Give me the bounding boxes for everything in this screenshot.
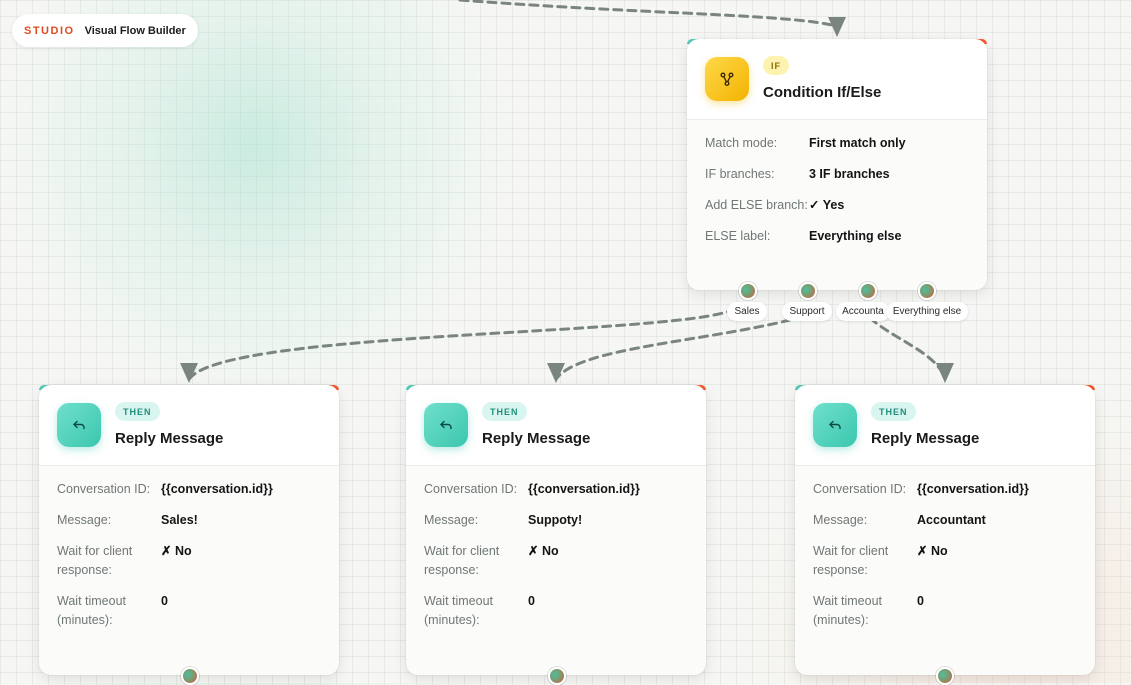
field-row: Conversation ID: {{conversation.id}} — [57, 480, 321, 499]
field-row: Conversation ID: {{conversation.id}} — [813, 480, 1077, 499]
node-title: Reply Message — [871, 430, 980, 447]
reply-node-sales[interactable]: THEN Reply Message Conversation ID: {{con… — [39, 385, 339, 675]
node-type-badge: THEN — [871, 402, 916, 421]
field-row: Wait for client response: ✗ No — [57, 542, 321, 580]
output-port-reply-accountant[interactable] — [936, 667, 954, 685]
field-value: Accountant — [917, 513, 986, 527]
field-value: First match only — [809, 136, 906, 150]
node-type-badge: IF — [763, 56, 789, 75]
field-label: Wait timeout (minutes): — [424, 594, 494, 627]
field-label: Wait for client response: — [813, 544, 889, 577]
field-row: IF branches: 3 IF branches — [705, 165, 969, 184]
field-label: Conversation ID: — [424, 482, 518, 496]
field-value: Suppoty! — [528, 513, 583, 527]
node-header: THEN Reply Message — [795, 385, 1095, 466]
field-row: Conversation ID: {{conversation.id}} — [424, 480, 688, 499]
output-port-reply-sales[interactable] — [181, 667, 199, 685]
arrowhead-reply-sales — [180, 363, 198, 383]
condition-node[interactable]: IF Condition If/Else Match mode: First m… — [687, 39, 987, 290]
node-header: THEN Reply Message — [406, 385, 706, 466]
field-label: Message: — [424, 513, 479, 527]
field-row: Add ELSE branch: ✓ Yes — [705, 196, 969, 215]
field-value: {{conversation.id}} — [917, 482, 1029, 496]
node-fields: Conversation ID: {{conversation.id}} Mess… — [406, 466, 706, 630]
field-value: 0 — [528, 594, 535, 608]
field-label: ELSE label: — [705, 229, 771, 243]
field-value: {{conversation.id}} — [528, 482, 640, 496]
field-label: Message: — [813, 513, 868, 527]
field-label: Match mode: — [705, 136, 778, 150]
edge-accountant — [868, 316, 947, 380]
field-value: ✓ Yes — [809, 198, 845, 212]
reply-icon — [424, 403, 468, 447]
branch-label-support: Support — [782, 302, 832, 321]
field-value: {{conversation.id}} — [161, 482, 273, 496]
field-row: Wait for client response: ✗ No — [424, 542, 688, 580]
field-row: ELSE label: Everything else — [705, 227, 969, 246]
field-label: Conversation ID: — [57, 482, 151, 496]
node-title: Reply Message — [482, 430, 591, 447]
field-label: Wait for client response: — [57, 544, 133, 577]
field-row: Wait timeout (minutes): 0 — [424, 592, 688, 630]
node-type-badge: THEN — [482, 402, 527, 421]
field-row: Message: Suppoty! — [424, 511, 688, 530]
field-label: Conversation ID: — [813, 482, 907, 496]
node-fields: Conversation ID: {{conversation.id}} Mess… — [39, 466, 339, 630]
field-value: ✗ No — [161, 544, 192, 558]
node-header: IF Condition If/Else — [687, 39, 987, 120]
branch-label-accountant: Accounta — [836, 302, 890, 321]
field-label: Wait timeout (minutes): — [813, 594, 883, 627]
edge-sales — [188, 307, 737, 380]
output-port-accountant[interactable] — [859, 282, 877, 300]
node-title: Condition If/Else — [763, 84, 882, 101]
output-port-sales[interactable] — [739, 282, 757, 300]
edge-incoming — [458, 0, 838, 28]
brand-pill: STUDIO Visual Flow Builder — [12, 14, 198, 47]
output-port-support[interactable] — [799, 282, 817, 300]
branch-label-sales: Sales — [727, 302, 767, 321]
branch-label-else: Everything else — [886, 302, 968, 321]
field-value: 0 — [917, 594, 924, 608]
field-value: Sales! — [161, 513, 198, 527]
node-fields: Match mode: First match only IF branches… — [687, 120, 987, 246]
arrowhead-reply-accountant — [936, 363, 954, 383]
field-value: 0 — [161, 594, 168, 608]
reply-node-accountant[interactable]: THEN Reply Message Conversation ID: {{con… — [795, 385, 1095, 675]
node-header: THEN Reply Message — [39, 385, 339, 466]
field-row: Wait for client response: ✗ No — [813, 542, 1077, 580]
arrowhead-reply-support — [547, 363, 565, 383]
field-label: IF branches: — [705, 167, 775, 181]
field-value: Everything else — [809, 229, 902, 243]
field-row: Wait timeout (minutes): 0 — [813, 592, 1077, 630]
brand-mark: STUDIO — [24, 24, 75, 37]
reply-icon — [57, 403, 101, 447]
field-value: 3 IF branches — [809, 167, 890, 181]
field-label: Message: — [57, 513, 112, 527]
node-type-badge: THEN — [115, 402, 160, 421]
field-value: ✗ No — [917, 544, 948, 558]
field-row: Message: Accountant — [813, 511, 1077, 530]
field-row: Wait timeout (minutes): 0 — [57, 592, 321, 630]
node-fields: Conversation ID: {{conversation.id}} Mess… — [795, 466, 1095, 630]
field-label: Wait timeout (minutes): — [57, 594, 127, 627]
output-port-reply-support[interactable] — [548, 667, 566, 685]
branch-icon — [705, 57, 749, 101]
node-title: Reply Message — [115, 430, 224, 447]
field-row: Match mode: First match only — [705, 134, 969, 153]
field-value: ✗ No — [528, 544, 559, 558]
arrowhead-condition — [828, 17, 846, 37]
output-port-else[interactable] — [918, 282, 936, 300]
field-row: Message: Sales! — [57, 511, 321, 530]
app-title: Visual Flow Builder — [84, 24, 186, 37]
reply-icon — [813, 403, 857, 447]
field-label: Wait for client response: — [424, 544, 500, 577]
reply-node-support[interactable]: THEN Reply Message Conversation ID: {{con… — [406, 385, 706, 675]
field-label: Add ELSE branch: — [705, 198, 808, 212]
